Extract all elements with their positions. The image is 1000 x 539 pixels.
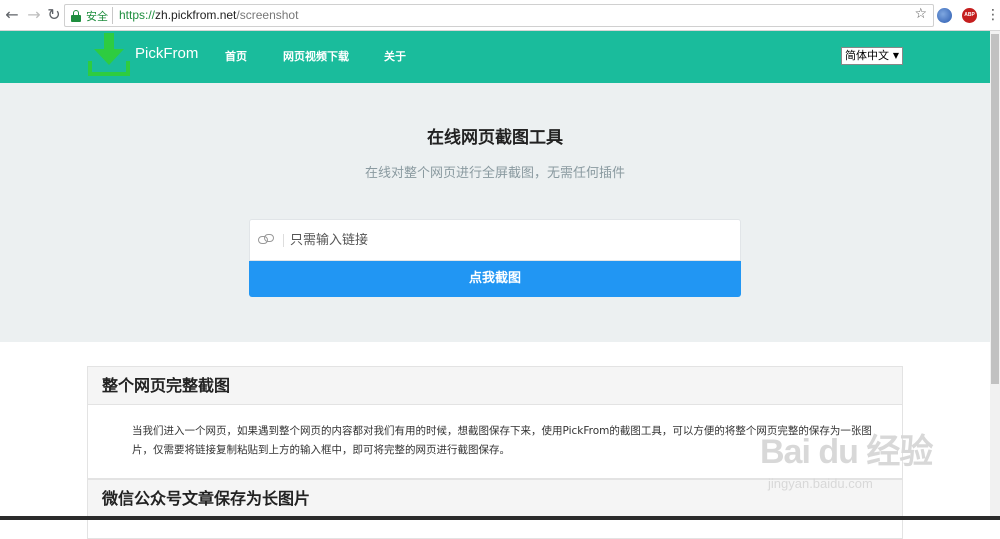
url-input-group [249, 219, 741, 261]
url-input[interactable] [290, 228, 730, 252]
baidu-watermark: Bai du 经验 jingyan.baidu.com [760, 410, 950, 500]
url-scheme: https:// [119, 8, 156, 22]
reload-icon[interactable]: ↻ [44, 5, 64, 25]
url-path: /screenshot [236, 8, 299, 22]
scroll-thumb[interactable] [991, 34, 999, 384]
adblock-extension-icon[interactable]: ABP [962, 8, 977, 23]
capture-button[interactable]: 点我截图 [249, 261, 741, 297]
back-arrow-icon[interactable]: ← [2, 5, 22, 25]
page-title: 在线网页截图工具 [427, 128, 563, 148]
forward-arrow-icon[interactable]: → [24, 5, 44, 25]
input-divider [283, 234, 284, 247]
url-host: zh.pickfrom.net [155, 8, 237, 22]
page-subtitle: 在线对整个网页进行全屏截图，无需任何插件 [364, 166, 625, 181]
globe-extension-icon[interactable] [937, 8, 952, 23]
watermark-main: Bai du 经验 [760, 433, 933, 471]
window-bottom-edge [0, 516, 1000, 520]
nav-about[interactable]: 关于 [384, 48, 406, 64]
url-text[interactable]: https://zh.pickfrom.net/screenshot [119, 8, 298, 22]
nav-home[interactable]: 首页 [225, 48, 247, 64]
hero-section: 在线网页截图工具 在线对整个网页进行全屏截图，无需任何插件 点我截图 [0, 83, 990, 342]
bookmark-star-icon[interactable]: ☆ [914, 6, 927, 22]
link-icon [258, 234, 276, 246]
browser-menu-icon[interactable]: ⋮ [986, 5, 1000, 25]
site-header: PickFrom 首页 网页视频下载 关于 简体中文 ▼ [0, 31, 990, 83]
secure-label: 安全 [86, 11, 108, 23]
url-divider [112, 7, 113, 24]
language-value: 简体中文 [845, 49, 889, 62]
address-bar[interactable]: 安全 https://zh.pickfrom.net/screenshot ☆ [64, 4, 934, 27]
chevron-down-icon: ▼ [892, 51, 899, 60]
language-select[interactable]: 简体中文 ▼ [841, 47, 903, 65]
nav-video-download[interactable]: 网页视频下载 [283, 48, 349, 64]
lock-icon [71, 10, 81, 22]
section-title: 整个网页完整截图 [88, 367, 902, 405]
download-logo-icon[interactable] [86, 33, 132, 77]
browser-toolbar: ← → ↻ 安全 https://zh.pickfrom.net/screens… [0, 0, 1000, 31]
brand-name[interactable]: PickFrom [135, 45, 198, 62]
page-scrollbar[interactable] [990, 31, 1000, 520]
watermark-sub: jingyan.baidu.com [768, 476, 873, 491]
